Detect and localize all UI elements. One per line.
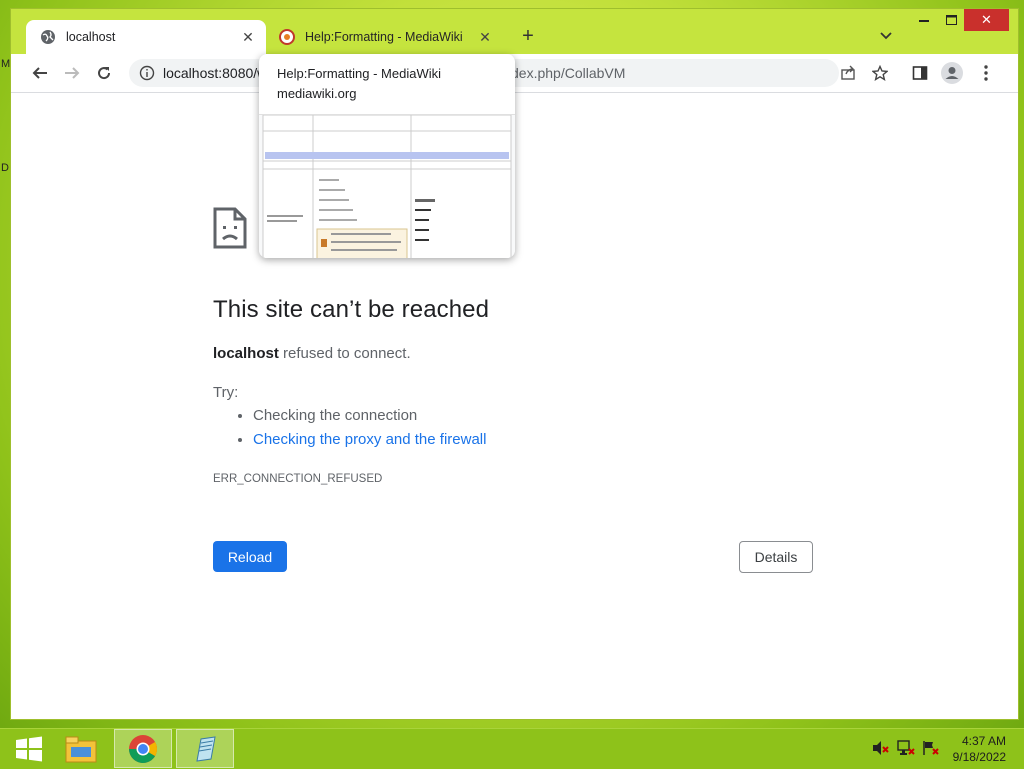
try-label: Try: [213, 384, 239, 401]
close-tab-icon[interactable]: ✕ [240, 29, 256, 45]
error-message: refused to connect. [283, 345, 411, 362]
new-tab-button[interactable]: + [517, 25, 539, 47]
browser-window: localhost ✕ Help:Formatting - MediaWiki … [10, 8, 1019, 720]
close-window-icon[interactable]: ✕ [964, 9, 1009, 31]
desktop-icon-label-fragment: M [1, 58, 11, 70]
back-button[interactable] [27, 60, 53, 86]
url-text: localhost:8080/w [163, 65, 268, 81]
error-title: This site can’t be reached [213, 296, 490, 323]
proxy-firewall-link[interactable]: Checking the proxy and the firewall [253, 431, 486, 448]
refresh-button[interactable] [91, 60, 117, 86]
taskbar: 4:37 AM 9/18/2022 [0, 728, 1024, 769]
hover-card-domain: mediawiki.org [277, 86, 357, 101]
share-icon[interactable] [835, 60, 861, 86]
url-text-tail: dex.php/CollabVM [511, 65, 626, 81]
reload-button[interactable]: Reload [213, 541, 287, 572]
clock-date: 9/18/2022 [952, 750, 1006, 764]
error-code: ERR_CONNECTION_REFUSED [213, 473, 383, 485]
suggestions-list: Checking the connection Checking the pro… [233, 407, 486, 455]
details-button[interactable]: Details [739, 541, 813, 573]
more-menu-icon[interactable] [973, 60, 999, 86]
error-description: localhost refused to connect. [213, 345, 411, 362]
close-tab-icon[interactable]: ✕ [477, 29, 493, 45]
suggestion-text: Checking the connection [253, 407, 418, 424]
hover-card-title: Help:Formatting - MediaWiki [277, 66, 441, 81]
side-panel-icon[interactable] [907, 60, 933, 86]
tab-strip: localhost ✕ Help:Formatting - MediaWiki … [11, 9, 1018, 54]
start-icon[interactable] [0, 729, 58, 768]
clock-time: 4:37 AM [961, 734, 1006, 748]
mediawiki-icon [279, 29, 295, 45]
hover-card-thumbnail [259, 114, 515, 258]
tab-title: localhost [66, 30, 116, 44]
globe-icon [40, 29, 56, 45]
system-clock[interactable]: 4:37 AM 9/18/2022 [953, 733, 1006, 765]
volume-muted-icon[interactable] [872, 739, 890, 757]
error-host: localhost [213, 345, 279, 362]
notepad-icon[interactable] [176, 729, 234, 768]
tab-hover-card: Help:Formatting - MediaWiki mediawiki.or… [259, 54, 515, 258]
tab-search-chevron-icon[interactable] [877, 27, 895, 45]
tab-localhost[interactable]: localhost ✕ [26, 20, 266, 54]
desktop-icon-label-fragment: D [1, 162, 9, 174]
suggestion-item: Checking the proxy and the firewall [253, 431, 486, 448]
tab-mediawiki[interactable]: Help:Formatting - MediaWiki ✕ [273, 20, 503, 54]
suggestion-item: Checking the connection [253, 407, 486, 424]
sad-page-icon [213, 207, 247, 254]
profile-avatar-icon[interactable] [939, 60, 965, 86]
forward-button[interactable] [59, 60, 85, 86]
minimize-icon[interactable] [909, 9, 939, 31]
site-info-icon[interactable] [139, 65, 155, 81]
file-explorer-icon[interactable] [52, 729, 110, 768]
maximize-icon[interactable] [936, 9, 966, 31]
flag-icon[interactable] [922, 739, 940, 757]
network-icon[interactable] [897, 739, 915, 757]
tab-title: Help:Formatting - MediaWiki [305, 30, 463, 44]
bookmark-star-icon[interactable] [867, 60, 893, 86]
chrome-icon[interactable] [114, 729, 172, 768]
